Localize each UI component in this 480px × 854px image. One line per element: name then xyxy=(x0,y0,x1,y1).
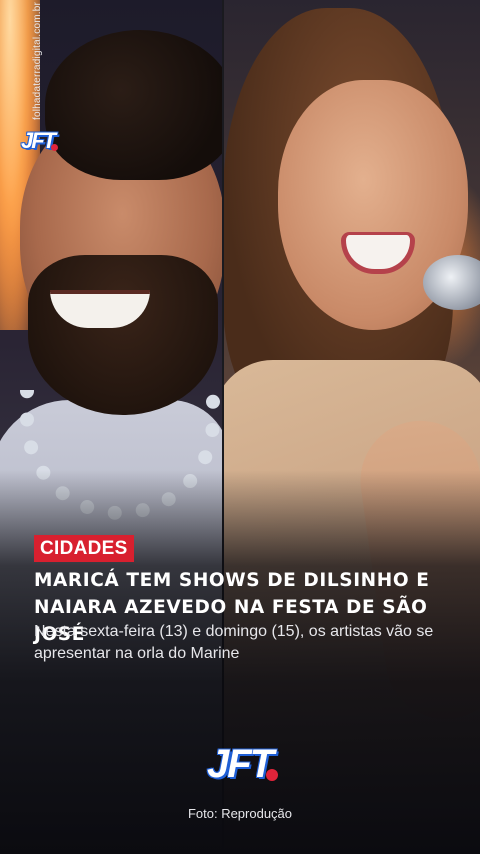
headline-line: MARICÁ TEM SHOWS DE DILSINHO E xyxy=(34,570,430,591)
subtitle-line: apresentar na orla do Marine xyxy=(34,645,240,662)
footer-logo-text: JFT xyxy=(207,742,274,786)
subtitle-line: Nesta sexta-feira (13) e domingo (15), o… xyxy=(34,623,434,640)
photo-credit: Foto: Reprodução xyxy=(187,806,293,821)
hair xyxy=(45,30,223,180)
watermark-logo-text: JFT xyxy=(21,128,56,153)
watermark-site: folhadaterradigital.com.br xyxy=(32,1,43,120)
category-badge[interactable]: CIDADES xyxy=(34,535,134,562)
cover-photo xyxy=(0,0,480,854)
subtitle: Nesta sexta-feira (13) e domingo (15), o… xyxy=(34,621,464,665)
footer-logo-icon: JFT xyxy=(207,742,279,787)
watermark-logo-icon: JFT xyxy=(21,128,59,154)
